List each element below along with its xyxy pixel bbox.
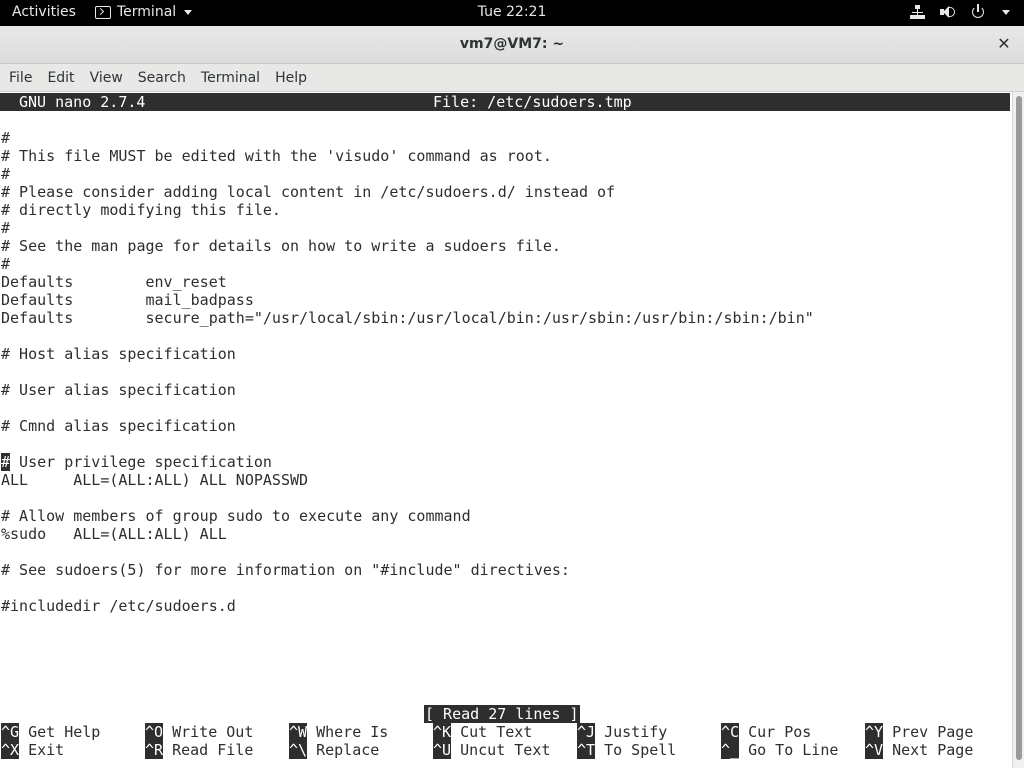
terminal-scrollbar[interactable] bbox=[1012, 92, 1024, 768]
shortcut-key: ^U bbox=[433, 741, 452, 759]
terminal-icon bbox=[95, 5, 111, 19]
nano-shortcut: ^J Justify bbox=[577, 723, 667, 741]
buffer-line: # bbox=[1, 255, 11, 273]
shortcut-key: ^O bbox=[145, 723, 164, 741]
app-menu-terminal[interactable]: Terminal bbox=[95, 4, 193, 20]
nano-shortcut: ^V Next Page bbox=[865, 741, 973, 759]
shortcut-label: Uncut Text bbox=[451, 741, 551, 759]
menu-view[interactable]: View bbox=[82, 70, 130, 86]
menu-help[interactable]: Help bbox=[267, 70, 314, 86]
shortcut-key: ^Y bbox=[865, 723, 884, 741]
top-bar: Activities Terminal Tue 22:21 bbox=[0, 0, 1024, 26]
shortcut-key: ^K bbox=[433, 723, 452, 741]
nano-shortcut: ^\ Replace bbox=[289, 741, 379, 759]
nano-status-message: [ Read 27 lines ] bbox=[424, 705, 580, 723]
volume-icon[interactable] bbox=[940, 4, 956, 20]
menu-edit[interactable]: Edit bbox=[39, 70, 81, 86]
shortcut-label: Justify bbox=[595, 723, 668, 741]
shortcut-label: Where Is bbox=[307, 723, 389, 741]
shortcut-label: Prev Page bbox=[883, 723, 974, 741]
shortcut-label: Exit bbox=[19, 741, 65, 759]
menu-terminal[interactable]: Terminal bbox=[193, 70, 267, 86]
buffer-line: # Please consider adding local content i… bbox=[1, 183, 616, 201]
shortcut-label: Cut Text bbox=[451, 723, 533, 741]
shortcut-key: ^_ bbox=[721, 741, 740, 759]
shortcut-label: Next Page bbox=[883, 741, 974, 759]
nano-version: GNU nano 2.7.4 bbox=[19, 93, 146, 111]
nano-shortcut: ^R Read File bbox=[145, 741, 253, 759]
shortcut-label: Cur Pos bbox=[739, 723, 812, 741]
buffer-line: # Host alias specification bbox=[1, 345, 236, 363]
buffer-line: # Cmnd alias specification bbox=[1, 417, 236, 435]
text-cursor: # bbox=[1, 453, 11, 471]
nano-header-bar: GNU nano 2.7.4 File: /etc/sudoers.tmp bbox=[0, 93, 1010, 111]
menu-search[interactable]: Search bbox=[130, 70, 193, 86]
nano-shortcut: ^X Exit bbox=[1, 741, 64, 759]
buffer-line: Defaults secure_path="/usr/local/sbin:/u… bbox=[1, 309, 814, 327]
buffer-line: # Allow members of group sudo to execute… bbox=[1, 507, 471, 525]
buffer-line: # bbox=[1, 219, 11, 237]
buffer-line: # User privilege specification bbox=[1, 453, 272, 471]
system-menu-chevron-down-icon[interactable] bbox=[1002, 9, 1010, 15]
terminal-content[interactable]: GNU nano 2.7.4 File: /etc/sudoers.tmp # #… bbox=[0, 92, 1012, 768]
buffer-line: # bbox=[1, 129, 11, 147]
shortcut-key: ^G bbox=[1, 723, 20, 741]
shortcut-key: ^X bbox=[1, 741, 20, 759]
close-window-button[interactable]: ✕ bbox=[994, 34, 1014, 54]
nano-shortcut: ^G Get Help bbox=[1, 723, 100, 741]
buffer-line: ALL ALL=(ALL:ALL) ALL NOPASSWD bbox=[1, 471, 309, 489]
shortcut-key: ^C bbox=[721, 723, 740, 741]
nano-shortcut: ^T To Spell bbox=[577, 741, 676, 759]
shortcut-key: ^T bbox=[577, 741, 596, 759]
shortcut-label: Write Out bbox=[163, 723, 254, 741]
shortcut-label: Go To Line bbox=[739, 741, 839, 759]
shortcut-key: ^J bbox=[577, 723, 596, 741]
buffer-line: # See the man page for details on how to… bbox=[1, 237, 561, 255]
shortcut-label: To Spell bbox=[595, 741, 677, 759]
nano-shortcut: ^_ Go To Line bbox=[721, 741, 838, 759]
shortcut-key: ^W bbox=[289, 723, 308, 741]
activities-button[interactable]: Activities bbox=[12, 4, 76, 20]
buffer-line: Defaults env_reset bbox=[1, 273, 227, 291]
nano-file-name: File: /etc/sudoers.tmp bbox=[433, 93, 632, 111]
buffer-line: #includedir /etc/sudoers.d bbox=[1, 597, 236, 615]
menu-file[interactable]: File bbox=[1, 70, 39, 86]
menu-bar: File Edit View Search Terminal Help bbox=[0, 64, 1024, 92]
nano-shortcut: ^C Cur Pos bbox=[721, 723, 811, 741]
nano-shortcut: ^W Where Is bbox=[289, 723, 388, 741]
shortcut-label: Replace bbox=[307, 741, 380, 759]
shortcut-key: ^V bbox=[865, 741, 884, 759]
app-menu-label: Terminal bbox=[117, 4, 177, 20]
buffer-line: Defaults mail_badpass bbox=[1, 291, 254, 309]
shortcut-key: ^\ bbox=[289, 741, 308, 759]
window-title: vm7@VM7: ~ bbox=[459, 36, 565, 52]
buffer-line: # directly modifying this file. bbox=[1, 201, 281, 219]
buffer-line: # User alias specification bbox=[1, 381, 236, 399]
nano-shortcut: ^K Cut Text bbox=[433, 723, 532, 741]
buffer-line: # This file MUST be edited with the 'vis… bbox=[1, 147, 552, 165]
scrollbar-thumb[interactable] bbox=[1016, 96, 1022, 760]
chevron-down-icon bbox=[184, 9, 193, 15]
shortcut-key: ^R bbox=[145, 741, 164, 759]
clock[interactable]: Tue 22:21 bbox=[478, 4, 547, 20]
buffer-line: %sudo ALL=(ALL:ALL) ALL bbox=[1, 525, 227, 543]
nano-shortcut: ^O Write Out bbox=[145, 723, 253, 741]
buffer-line: # See sudoers(5) for more information on… bbox=[1, 561, 570, 579]
nano-shortcut: ^Y Prev Page bbox=[865, 723, 973, 741]
window-titlebar[interactable]: vm7@VM7: ~ ✕ bbox=[0, 26, 1024, 64]
shortcut-label: Get Help bbox=[19, 723, 101, 741]
buffer-line: # bbox=[1, 165, 11, 183]
shortcut-label: Read File bbox=[163, 741, 254, 759]
nano-shortcut: ^U Uncut Text bbox=[433, 741, 550, 759]
power-icon[interactable] bbox=[970, 4, 986, 20]
network-icon[interactable] bbox=[910, 4, 926, 20]
system-tray[interactable] bbox=[910, 4, 1010, 20]
